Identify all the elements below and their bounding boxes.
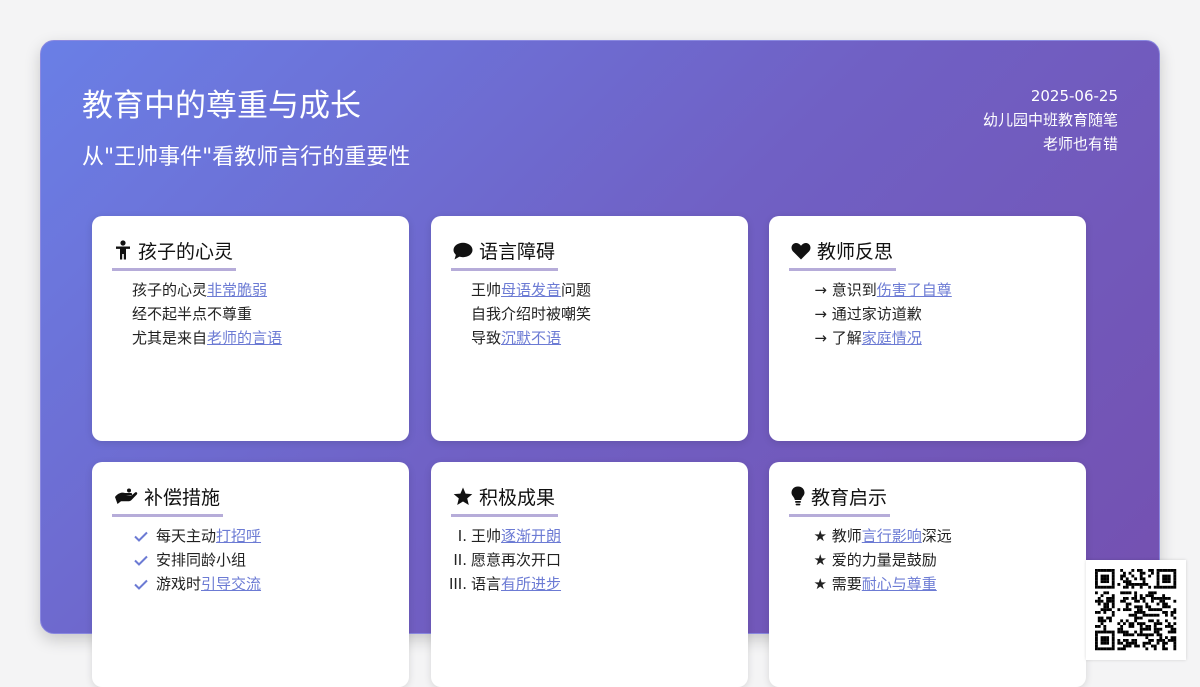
card-title-text: 孩子的心灵 xyxy=(138,241,234,263)
category-label: 幼儿园中班教育随笔 xyxy=(982,111,1118,129)
list-item: 每天主动打招呼 xyxy=(112,524,261,548)
heart-icon xyxy=(791,242,811,260)
highlight-text: 伤害了自尊 xyxy=(876,281,952,299)
card-language-barrier: 语言障碍 王帅母语发音问题 自我介绍时被嘲笑 导致沉默不语 xyxy=(431,216,748,441)
page-subtitle: 从"王帅事件"看教师言行的重要性 xyxy=(82,145,411,170)
list-item: → 了解家庭情况 xyxy=(814,329,922,347)
check-icon xyxy=(134,555,148,566)
list-item: ★ 教师言行影响深远 xyxy=(813,527,952,545)
card-title: 语言障碍 xyxy=(451,238,559,271)
list-item: 导致沉默不语 xyxy=(471,329,562,347)
list-item: ★ 爱的力量是鼓励 xyxy=(813,551,937,569)
card-title: 教师反思 xyxy=(789,238,897,271)
list-item: III. 语言有所进步 xyxy=(448,575,562,593)
tag-label: 老师也有错 xyxy=(1042,135,1118,153)
card-child-mind: 孩子的心灵 孩子的心灵非常脆弱 经不起半点不尊重 尤其是来自老师的言语 xyxy=(92,216,409,441)
check-icon xyxy=(134,579,148,590)
list-item: ★ 需要耐心与尊重 xyxy=(813,575,937,593)
list-item: → 意识到伤害了自尊 xyxy=(814,281,952,299)
child-icon xyxy=(114,240,132,260)
card-title: 补偿措施 xyxy=(112,484,224,517)
highlight-text: 母语发音 xyxy=(501,281,562,299)
lightbulb-icon xyxy=(791,486,805,506)
list-item: 安排同龄小组 xyxy=(112,548,261,572)
hand-holding-icon xyxy=(114,488,138,506)
list-item: 尤其是来自老师的言语 xyxy=(132,329,283,347)
page-title: 教育中的尊重与成长 xyxy=(82,88,361,124)
list-item: I. 王帅逐渐开朗 xyxy=(457,527,562,545)
check-icon xyxy=(134,531,148,542)
meta-block: 2025-06-25 幼儿园中班教育随笔 老师也有错 xyxy=(983,84,1118,156)
highlight-text: 言行影响 xyxy=(861,527,922,545)
card-title: 积极成果 xyxy=(451,484,559,517)
card-title: 教育启示 xyxy=(789,484,891,517)
card-title: 孩子的心灵 xyxy=(112,238,237,271)
highlight-text: 老师的言语 xyxy=(207,329,283,347)
date-label: 2025-06-25 xyxy=(1030,87,1118,105)
card-teacher-reflection: 教师反思 → 意识到伤害了自尊 → 通过家访道歉 → 了解家庭情况 xyxy=(769,216,1086,441)
card-title-text: 积极成果 xyxy=(479,487,556,509)
card-compensation: 补偿措施 每天主动打招呼 安排同龄小组 游戏时引导交流 xyxy=(92,462,409,687)
list-item: 自我介绍时被嘲笑 xyxy=(471,305,592,323)
list-item: II. 愿意再次开口 xyxy=(453,551,562,569)
highlight-text: 引导交流 xyxy=(201,575,262,593)
highlight-text: 非常脆弱 xyxy=(207,281,268,299)
highlight-text: 沉默不语 xyxy=(501,329,562,347)
list-item: 王帅母语发音问题 xyxy=(471,281,592,299)
speech-bubble-icon xyxy=(453,242,473,260)
list-item: 孩子的心灵非常脆弱 xyxy=(132,281,268,299)
highlight-text: 有所进步 xyxy=(501,575,562,593)
card-education-insight: 教育启示 ★ 教师言行影响深远 ★ 爱的力量是鼓励 ★ 需要耐心与尊重 xyxy=(769,462,1086,687)
qr-code xyxy=(1086,560,1186,660)
card-title-text: 教师反思 xyxy=(817,241,894,263)
list-item: → 通过家访道歉 xyxy=(814,305,922,323)
card-title-text: 补偿措施 xyxy=(144,487,221,509)
highlight-text: 耐心与尊重 xyxy=(861,575,937,593)
highlight-text: 打招呼 xyxy=(216,527,262,545)
list-item: 游戏时引导交流 xyxy=(112,572,261,596)
highlight-text: 逐渐开朗 xyxy=(501,527,562,545)
list-item: 经不起半点不尊重 xyxy=(132,305,253,323)
highlight-text: 家庭情况 xyxy=(861,329,922,347)
card-title-text: 语言障碍 xyxy=(479,241,556,263)
star-icon xyxy=(453,487,473,506)
card-positive-results: 积极成果 I. 王帅逐渐开朗 II. 愿意再次开口 III. 语言有所进步 xyxy=(431,462,748,687)
card-title-text: 教育启示 xyxy=(811,487,888,509)
